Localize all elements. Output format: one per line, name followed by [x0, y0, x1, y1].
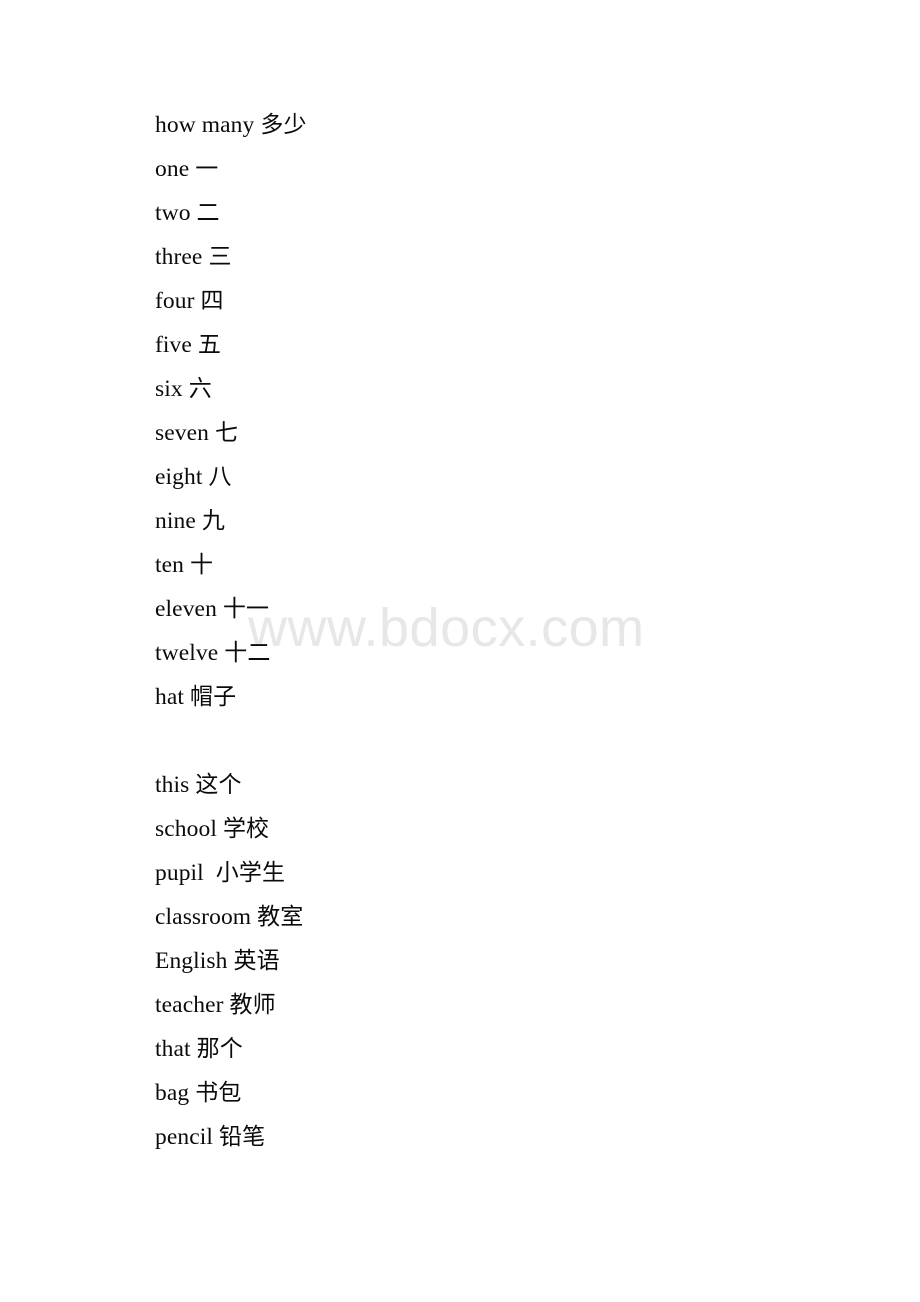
vocabulary-line: one 一: [155, 147, 855, 191]
english-term: school: [155, 816, 217, 842]
english-term: twelve: [155, 640, 219, 666]
chinese-translation: 八: [208, 464, 232, 490]
vocabulary-list: how many 多少 one 一 two 二 three 三 four 四 five 五…: [155, 103, 855, 1159]
vocabulary-line: eight 八: [155, 455, 855, 499]
chinese-translation: 英语: [233, 948, 280, 974]
chinese-translation: 教师: [229, 992, 276, 1018]
chinese-translation: 铅笔: [219, 1124, 266, 1150]
vocabulary-line: three 三: [155, 235, 855, 279]
english-term: hat: [155, 684, 185, 710]
english-term: five: [155, 332, 192, 358]
english-term: ten: [155, 552, 185, 578]
vocabulary-line: bag 书包: [155, 1071, 855, 1115]
chinese-translation: 一: [195, 156, 219, 182]
document-page: www.bdocx.com how many 多少 one 一 two 二 three…: [0, 0, 920, 1302]
english-term: eight: [155, 464, 203, 490]
chinese-translation: 小学生: [215, 860, 286, 886]
chinese-translation: 教室: [257, 904, 304, 930]
vocabulary-line: school 学校: [155, 807, 855, 851]
chinese-translation: 帽子: [190, 684, 237, 710]
english-term: how many: [155, 112, 255, 138]
english-term: pencil: [155, 1124, 214, 1150]
english-term: English: [155, 948, 228, 974]
term-separator: [204, 860, 216, 886]
english-term: one: [155, 156, 190, 182]
vocabulary-line: teacher 教师: [155, 983, 855, 1027]
vocabulary-line: pupil 小学生: [155, 851, 855, 895]
vocabulary-line: hat 帽子: [155, 675, 855, 719]
english-term: teacher: [155, 992, 224, 1018]
vocabulary-line: classroom 教室: [155, 895, 855, 939]
vocabulary-line: that 那个: [155, 1027, 855, 1071]
chinese-translation: 四: [200, 288, 224, 314]
english-term: eleven: [155, 596, 217, 622]
chinese-translation: 那个: [196, 1036, 243, 1062]
english-term: classroom: [155, 904, 252, 930]
vocabulary-line: English 英语: [155, 939, 855, 983]
vocabulary-line: eleven 十一: [155, 587, 855, 631]
chinese-translation: 九: [201, 508, 225, 534]
vocabulary-line: nine 九: [155, 499, 855, 543]
chinese-translation: 多少: [260, 112, 307, 138]
chinese-translation: 十: [190, 552, 214, 578]
chinese-translation: 七: [215, 420, 239, 446]
vocabulary-line: four 四: [155, 279, 855, 323]
english-term: two: [155, 200, 191, 226]
vocabulary-line: seven 七: [155, 411, 855, 455]
vocabulary-line: two 二: [155, 191, 855, 235]
vocabulary-line: how many 多少: [155, 103, 855, 147]
chinese-translation: 六: [188, 376, 212, 402]
chinese-translation: 这个: [195, 772, 242, 798]
chinese-translation: 三: [208, 244, 232, 270]
english-term: four: [155, 288, 195, 314]
english-term: nine: [155, 508, 196, 534]
english-term: bag: [155, 1080, 190, 1106]
english-term: this: [155, 772, 190, 798]
chinese-translation: 十二: [224, 640, 271, 666]
vocabulary-line: twelve 十二: [155, 631, 855, 675]
chinese-translation: 十一: [222, 596, 270, 622]
english-term: pupil: [155, 860, 204, 886]
vocabulary-line: five 五: [155, 323, 855, 367]
vocabulary-line: this 这个: [155, 763, 855, 807]
chinese-translation: 二: [196, 200, 220, 226]
english-term: that: [155, 1036, 191, 1062]
english-term: three: [155, 244, 203, 270]
vocabulary-line: pencil 铅笔: [155, 1115, 855, 1159]
chinese-translation: 学校: [222, 816, 270, 842]
chinese-translation: 书包: [195, 1080, 242, 1106]
vocabulary-line: six 六: [155, 367, 855, 411]
chinese-translation: 五: [197, 332, 222, 358]
vocabulary-line: ten 十: [155, 543, 855, 587]
english-term: seven: [155, 420, 210, 446]
english-term: six: [155, 376, 183, 402]
